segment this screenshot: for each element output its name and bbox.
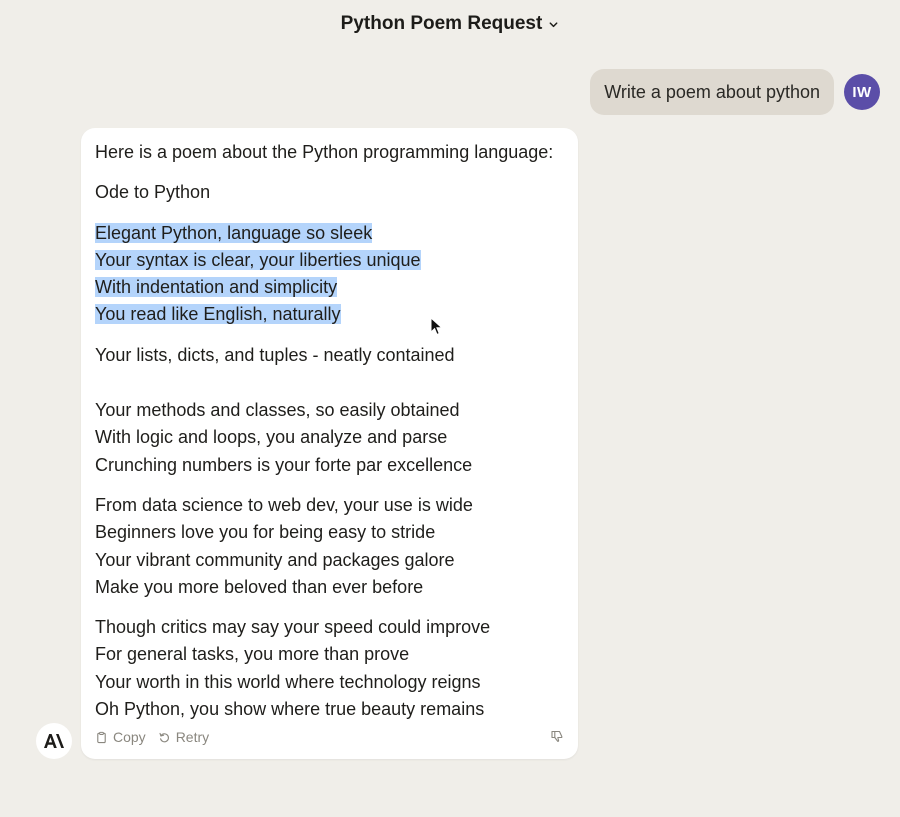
- poem-stanza-2: Your lists, dicts, and tuples - neatly c…: [95, 342, 564, 369]
- thumbs-down-button[interactable]: [550, 729, 564, 746]
- retry-label: Retry: [175, 729, 210, 745]
- chevron-down-icon: [549, 21, 558, 27]
- chat-title-button[interactable]: Python Poem Request: [341, 13, 560, 35]
- poem-stanza-1: Elegant Python, language so sleek Your s…: [95, 220, 564, 329]
- poem-line: With indentation and simplicity: [95, 277, 338, 298]
- poem-line: Elegant Python, language so sleek: [95, 222, 373, 243]
- retry-icon: [159, 732, 169, 742]
- user-message-text: Write a poem about python: [604, 81, 820, 102]
- pointer-cursor-icon: [430, 316, 444, 336]
- message-actions: Copy Retry: [95, 727, 564, 747]
- copy-button[interactable]: Copy: [95, 729, 146, 745]
- anthropic-logo-icon: [44, 734, 64, 748]
- chat-title: Python Poem Request: [340, 13, 543, 34]
- poem-line: For general tasks, you more than prove: [95, 644, 410, 665]
- poem-line: From data science to web dev, your use i…: [95, 494, 473, 515]
- poem-title: Ode to Python: [95, 182, 211, 203]
- poem-stanza-5: Though critics may say your speed could …: [95, 614, 564, 723]
- poem-line: Though critics may say your speed could …: [95, 617, 491, 638]
- poem-line: Your lists, dicts, and tuples - neatly c…: [95, 344, 455, 365]
- user-avatar-initials: IW: [852, 83, 872, 101]
- poem-line: With logic and loops, you analyze and pa…: [95, 427, 448, 448]
- retry-button[interactable]: Retry: [158, 729, 209, 745]
- poem-line: Make you more beloved than ever before: [95, 576, 424, 597]
- user-message-bubble: Write a poem about python: [590, 69, 834, 115]
- header: Python Poem Request: [0, 0, 900, 48]
- response-intro: Here is a poem about the Python programm…: [95, 142, 554, 162]
- poem-line: Oh Python, you show where true beauty re…: [95, 699, 485, 720]
- poem-stanza-4: From data science to web dev, your use i…: [95, 492, 564, 601]
- assistant-message-card: Here is a poem about the Python programm…: [81, 128, 578, 759]
- poem-stanza-3: Your methods and classes, so easily obta…: [95, 397, 564, 479]
- assistant-avatar: [36, 723, 72, 759]
- clipboard-icon: [97, 731, 106, 743]
- poem-line: Your vibrant community and packages galo…: [95, 549, 455, 570]
- copy-label: Copy: [113, 729, 146, 745]
- user-avatar: IW: [844, 74, 880, 110]
- mouse-cursor: [430, 316, 444, 342]
- poem-line: Beginners love you for being easy to str…: [95, 522, 436, 543]
- poem-line: Your methods and classes, so easily obta…: [95, 400, 460, 421]
- poem-line: You read like English, naturally: [95, 304, 341, 325]
- poem-line: Crunching numbers is your forte par exce…: [95, 454, 473, 475]
- thumbs-down-icon: [551, 730, 563, 742]
- user-message-row: Write a poem about python IW: [590, 69, 880, 115]
- poem-line: Your worth in this world where technolog…: [95, 671, 481, 692]
- poem-line: Your syntax is clear, your liberties uni…: [95, 249, 421, 270]
